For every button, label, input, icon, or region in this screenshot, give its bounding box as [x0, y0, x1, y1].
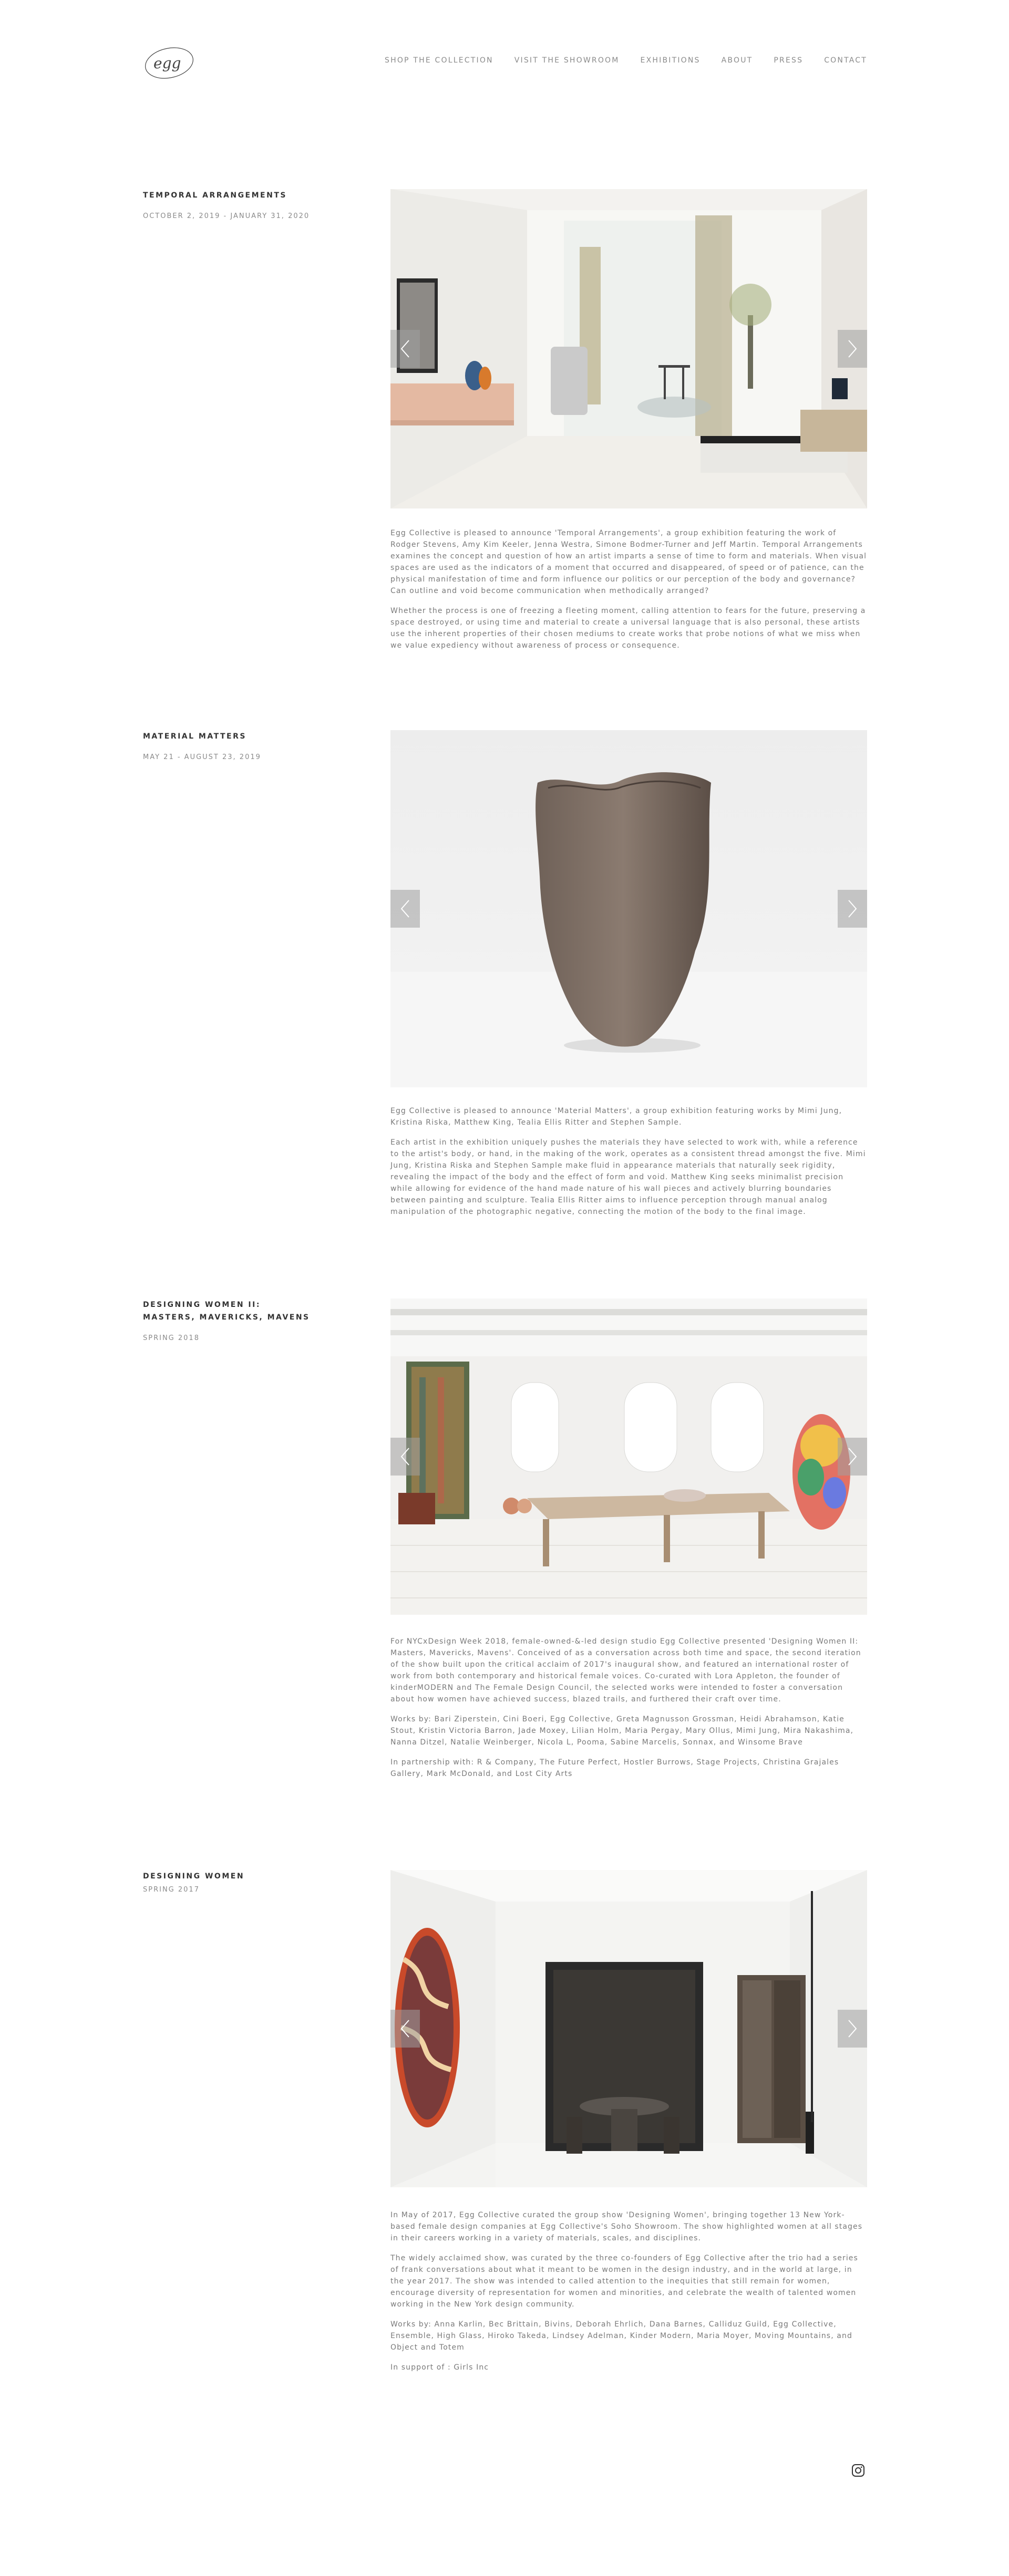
exhibition-title: DESIGNING WOMEN II: [143, 1301, 261, 1309]
nav-shop-the-collection[interactable]: SHOP THE COLLECTION [385, 56, 493, 65]
nav-about[interactable]: ABOUT [722, 56, 753, 65]
gallery-prev-button[interactable] [390, 330, 420, 368]
exhibition-title: MATERIAL MATTERS [143, 732, 246, 741]
exhibition-date: SPRING 2017 [143, 1886, 200, 1894]
exhibition-meta: TEMPORAL ARRANGEMENTS OCTOBER 2, 2019 - … [143, 189, 310, 220]
description-paragraph: Each artist in the exhibition uniquely p… [390, 1138, 866, 1216]
exhibition-date: OCTOBER 2, 2019 - JANUARY 31, 2020 [143, 212, 310, 220]
gallery-prev-button[interactable] [390, 2010, 420, 2048]
chevron-left-icon [400, 900, 409, 918]
chevron-left-icon [400, 1448, 409, 1466]
exhibition-description: Egg Collective is pleased to announce 'T… [390, 527, 867, 660]
exhibition-designing-women: DESIGNING WOMEN SPRING 2017 In May of 20… [0, 1870, 1009, 2437]
nav-exhibitions[interactable]: EXHIBITIONS [641, 56, 701, 65]
exhibition-description: Egg Collective is pleased to announce 'M… [390, 1105, 867, 1226]
chevron-left-icon [400, 340, 409, 358]
exhibition-description: For NYCxDesign Week 2018, female-owned-&… [390, 1636, 867, 1788]
main-nav: SHOP THE COLLECTION VISIT THE SHOWROOM E… [385, 56, 867, 65]
chevron-right-icon [848, 900, 857, 918]
description-paragraph: Works by: Anna Karlin, Bec Brittain, Biv… [390, 2320, 852, 2352]
exhibition-title: DESIGNING WOMEN [143, 1872, 245, 1881]
exhibition-material-matters: MATERIAL MATTERS MAY 21 - AUGUST 23, 201… [0, 730, 1009, 1255]
gallery-next-button[interactable] [838, 2010, 867, 2048]
description-paragraph: Egg Collective is pleased to announce 'T… [390, 529, 867, 595]
exhibition-gallery [390, 730, 867, 1087]
description-paragraph: Whether the process is one of freezing a… [390, 607, 866, 650]
exhibition-gallery [390, 189, 867, 508]
instagram-icon[interactable] [851, 2464, 865, 2477]
chevron-right-icon [848, 340, 857, 358]
gallery-next-button[interactable] [838, 890, 867, 928]
gallery-next-button[interactable] [838, 1438, 867, 1476]
exhibition-date: SPRING 2018 [143, 1334, 200, 1342]
exhibition-date: MAY 21 - AUGUST 23, 2019 [143, 753, 261, 761]
exhibition-meta: DESIGNING WOMEN II: MASTERS, MAVERICKS, … [143, 1299, 310, 1342]
chevron-left-icon [400, 2020, 409, 2038]
gallery-next-button[interactable] [838, 330, 867, 368]
gallery-image-living-room [390, 189, 867, 508]
gallery-image-showroom-loft [390, 1299, 867, 1615]
chevron-right-icon [848, 1448, 857, 1466]
nav-visit-the-showroom[interactable]: VISIT THE SHOWROOM [514, 56, 620, 65]
exhibition-gallery [390, 1870, 867, 2187]
exhibition-subtitle: MASTERS, MAVERICKS, MAVENS [143, 1313, 310, 1322]
exhibition-meta: MATERIAL MATTERS MAY 21 - AUGUST 23, 201… [143, 730, 261, 761]
gallery-image-vessel-sculpture [390, 730, 867, 1087]
description-paragraph: In support of : Girls Inc [390, 2363, 489, 2372]
exhibition-temporal-arrangements: TEMPORAL ARRANGEMENTS OCTOBER 2, 2019 - … [0, 189, 1009, 688]
nav-contact[interactable]: CONTACT [824, 56, 867, 65]
egg-logo[interactable]: egg [142, 42, 200, 84]
gallery-prev-button[interactable] [390, 890, 420, 928]
description-paragraph: The widely acclaimed show, was curated b… [390, 2254, 858, 2309]
exhibition-designing-women-ii: DESIGNING WOMEN II: MASTERS, MAVERICKS, … [0, 1299, 1009, 1855]
exhibition-title: TEMPORAL ARRANGEMENTS [143, 191, 287, 200]
description-paragraph: Egg Collective is pleased to announce 'M… [390, 1107, 842, 1127]
exhibition-gallery [390, 1299, 867, 1615]
chevron-right-icon [848, 2020, 857, 2038]
description-paragraph: In May of 2017, Egg Collective curated t… [390, 2211, 863, 2242]
gallery-image-designing-women-show [390, 1870, 867, 2187]
exhibition-meta: DESIGNING WOMEN SPRING 2017 [143, 1870, 244, 1894]
description-paragraph: Works by: Bari Ziperstein, Cini Boeri, E… [390, 1715, 854, 1747]
site-header: egg SHOP THE COLLECTION VISIT THE SHOWRO… [0, 0, 1009, 126]
gallery-prev-button[interactable] [390, 1438, 420, 1476]
description-paragraph: For NYCxDesign Week 2018, female-owned-&… [390, 1637, 861, 1704]
exhibition-description: In May of 2017, Egg Collective curated t… [390, 2209, 867, 2382]
description-paragraph: In partnership with: R & Company, The Fu… [390, 1758, 839, 1778]
svg-text:egg: egg [153, 55, 181, 72]
nav-press[interactable]: PRESS [774, 56, 803, 65]
